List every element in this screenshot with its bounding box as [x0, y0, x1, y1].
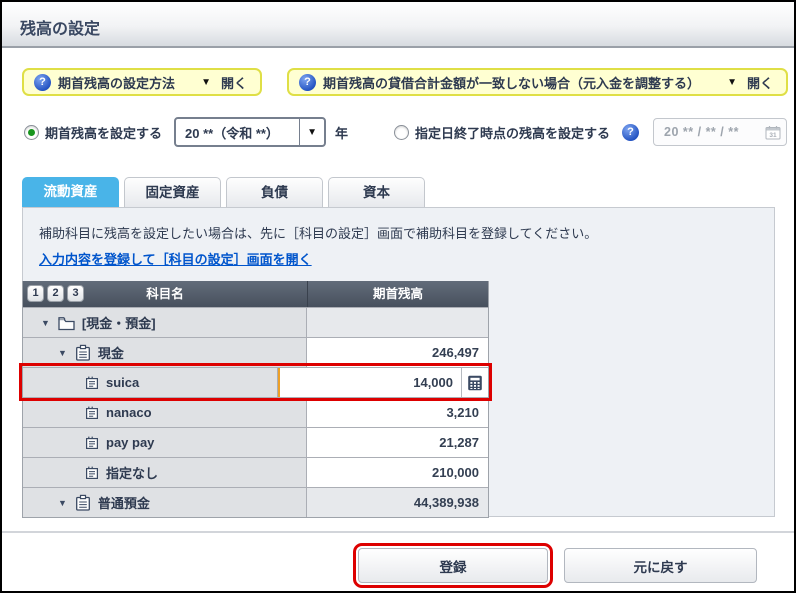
balance-value-cell: [307, 308, 488, 337]
asset-tabs: 流動資産 固定資産 負債 資本: [22, 177, 794, 207]
column-header-account: 科目名: [146, 287, 184, 301]
help-bars: ? 期首残高の設定方法 ▼ 開く? 期首残高の貸借合計金額が一致しない場合（元入金を調整…: [22, 68, 788, 96]
specified-date-radio[interactable]: [394, 124, 410, 140]
help-bar-open-label: 開く: [746, 75, 773, 91]
expand-caret-icon[interactable]: ▼: [41, 318, 50, 328]
account-name-cell[interactable]: nanaco: [23, 398, 307, 427]
account-name-label: 普通預金: [97, 496, 150, 511]
balance-table: 123 科目名 期首残高 ▼ [現金・預金] ▼ 現金 246,497 suica nana…: [19, 281, 492, 518]
account-name-cell[interactable]: ▼ 現金: [23, 338, 307, 367]
chevron-down-icon: ▼: [727, 76, 737, 88]
table-header: 123 科目名 期首残高: [23, 281, 488, 307]
table-row[interactable]: 指定なし 210,000: [23, 457, 488, 487]
tab-content-panel: 補助科目に残高を設定したい場合は、先に［科目の設定］画面で補助科目を登録してくだ…: [19, 207, 775, 518]
tab-負債[interactable]: 負債: [226, 177, 323, 207]
balance-settings-window: 残高の設定 ? 期首残高の設定方法 ▼ 開く? 期首残高の貸借合計金額が一致しない場合（…: [0, 0, 796, 593]
account-name-cell[interactable]: ▼ 普通預金: [23, 488, 307, 517]
help-bar-label: 期首残高の貸借合計金額が一致しない場合（元入金を調整する）: [323, 75, 701, 91]
account-name-label: 現金: [97, 346, 124, 361]
account-name-label: [現金・預金]: [81, 316, 156, 331]
opening-balance-radio-label: 期首残高を設定する: [45, 125, 163, 141]
balance-value-cell: 21,287: [307, 428, 488, 457]
account-name-label: suica: [106, 375, 140, 390]
calendar-icon[interactable]: 31: [765, 125, 781, 140]
clipboard-icon: [74, 344, 92, 362]
help-icon[interactable]: ?: [622, 123, 640, 141]
help-icon: ?: [299, 73, 316, 91]
tab-固定資産[interactable]: 固定資産: [124, 177, 221, 207]
account-name-cell[interactable]: 指定なし: [23, 458, 307, 487]
account-name-cell[interactable]: pay pay: [23, 428, 307, 457]
balance-value-cell: 44,389,938: [307, 488, 488, 517]
period-settings-row: 期首残高を設定する 20 **（令和 **） ▼ 年 指定日終了時点の残高を設定…: [24, 117, 794, 147]
sub-account-notice: 補助科目に残高を設定したい場合は、先に［科目の設定］画面で補助科目を登録してくだ…: [39, 226, 598, 241]
folder-icon: [57, 315, 76, 331]
account-name-cell[interactable]: suica: [23, 368, 278, 397]
help-bar-open-label: 開く: [220, 75, 247, 91]
column-header-balance: 期首残高: [307, 281, 488, 307]
account-name-label: pay pay: [106, 435, 155, 450]
footer-divider: [2, 531, 794, 533]
tab-資本[interactable]: 資本: [328, 177, 425, 207]
date-input-value: 20 ** / ** / **: [664, 125, 739, 139]
balance-value-cell: 3,210: [307, 398, 488, 427]
year-suffix-label: 年: [335, 125, 349, 141]
balance-value-cell: 210,000: [307, 458, 488, 487]
tab-流動資産[interactable]: 流動資産: [22, 177, 119, 207]
account-name-cell[interactable]: ▼ [現金・預金]: [23, 308, 307, 337]
balance-value-cell[interactable]: [278, 368, 488, 397]
svg-text:31: 31: [769, 132, 777, 139]
balance-input[interactable]: [278, 375, 461, 390]
chevron-down-icon[interactable]: ▼: [300, 127, 324, 138]
table-row[interactable]: ▼ 現金 246,497: [23, 337, 488, 367]
table-row[interactable]: ▼ [現金・預金]: [23, 307, 488, 337]
opening-balance-radio[interactable]: [24, 124, 39, 140]
table-row[interactable]: ▼ 普通預金 44,389,938: [23, 487, 488, 517]
year-select-value: 20 **（令和 **）: [185, 125, 279, 141]
table-row[interactable]: suica: [19, 363, 492, 401]
year-select[interactable]: 20 **（令和 **） ▼: [174, 117, 327, 147]
date-input[interactable]: 20 ** / ** / ** 31: [653, 118, 788, 146]
balance-value-cell: 246,497: [307, 338, 488, 367]
help-bar[interactable]: ? 期首残高の設定方法 ▼ 開く: [22, 68, 262, 96]
specified-date-radio-label: 指定日終了時点の残高を設定する: [415, 125, 611, 141]
table-row[interactable]: pay pay 21,287: [23, 427, 488, 457]
book-icon: [84, 375, 100, 391]
account-name-label: 指定なし: [106, 466, 159, 481]
help-icon: ?: [34, 73, 51, 91]
book-icon: [84, 465, 100, 481]
calculator-button[interactable]: [461, 368, 488, 397]
table-body: ▼[現金・預金]▼現金246,497suicananaco3,210pay pa…: [19, 307, 492, 517]
title-bar: 残高の設定: [2, 2, 794, 48]
chevron-down-icon: ▼: [201, 76, 211, 88]
calculator-icon: [467, 375, 483, 391]
page-title: 残高の設定: [20, 21, 101, 38]
register-button[interactable]: 登録: [353, 543, 553, 588]
book-icon: [84, 435, 100, 451]
revert-button[interactable]: 元に戻す: [564, 548, 757, 583]
book-icon: [84, 405, 100, 421]
expand-caret-icon[interactable]: ▼: [58, 348, 67, 358]
footer-buttons: 登録 元に戻す: [353, 543, 794, 588]
account-name-label: nanaco: [106, 405, 152, 420]
open-account-settings-link[interactable]: 入力内容を登録して［科目の設定］画面を開く: [39, 249, 312, 268]
clipboard-icon: [74, 494, 92, 512]
help-bar[interactable]: ? 期首残高の貸借合計金額が一致しない場合（元入金を調整する） ▼ 開く: [287, 68, 788, 96]
expand-caret-icon[interactable]: ▼: [58, 498, 67, 508]
help-bar-label: 期首残高の設定方法: [58, 75, 176, 91]
table-row[interactable]: nanaco 3,210: [23, 397, 488, 427]
